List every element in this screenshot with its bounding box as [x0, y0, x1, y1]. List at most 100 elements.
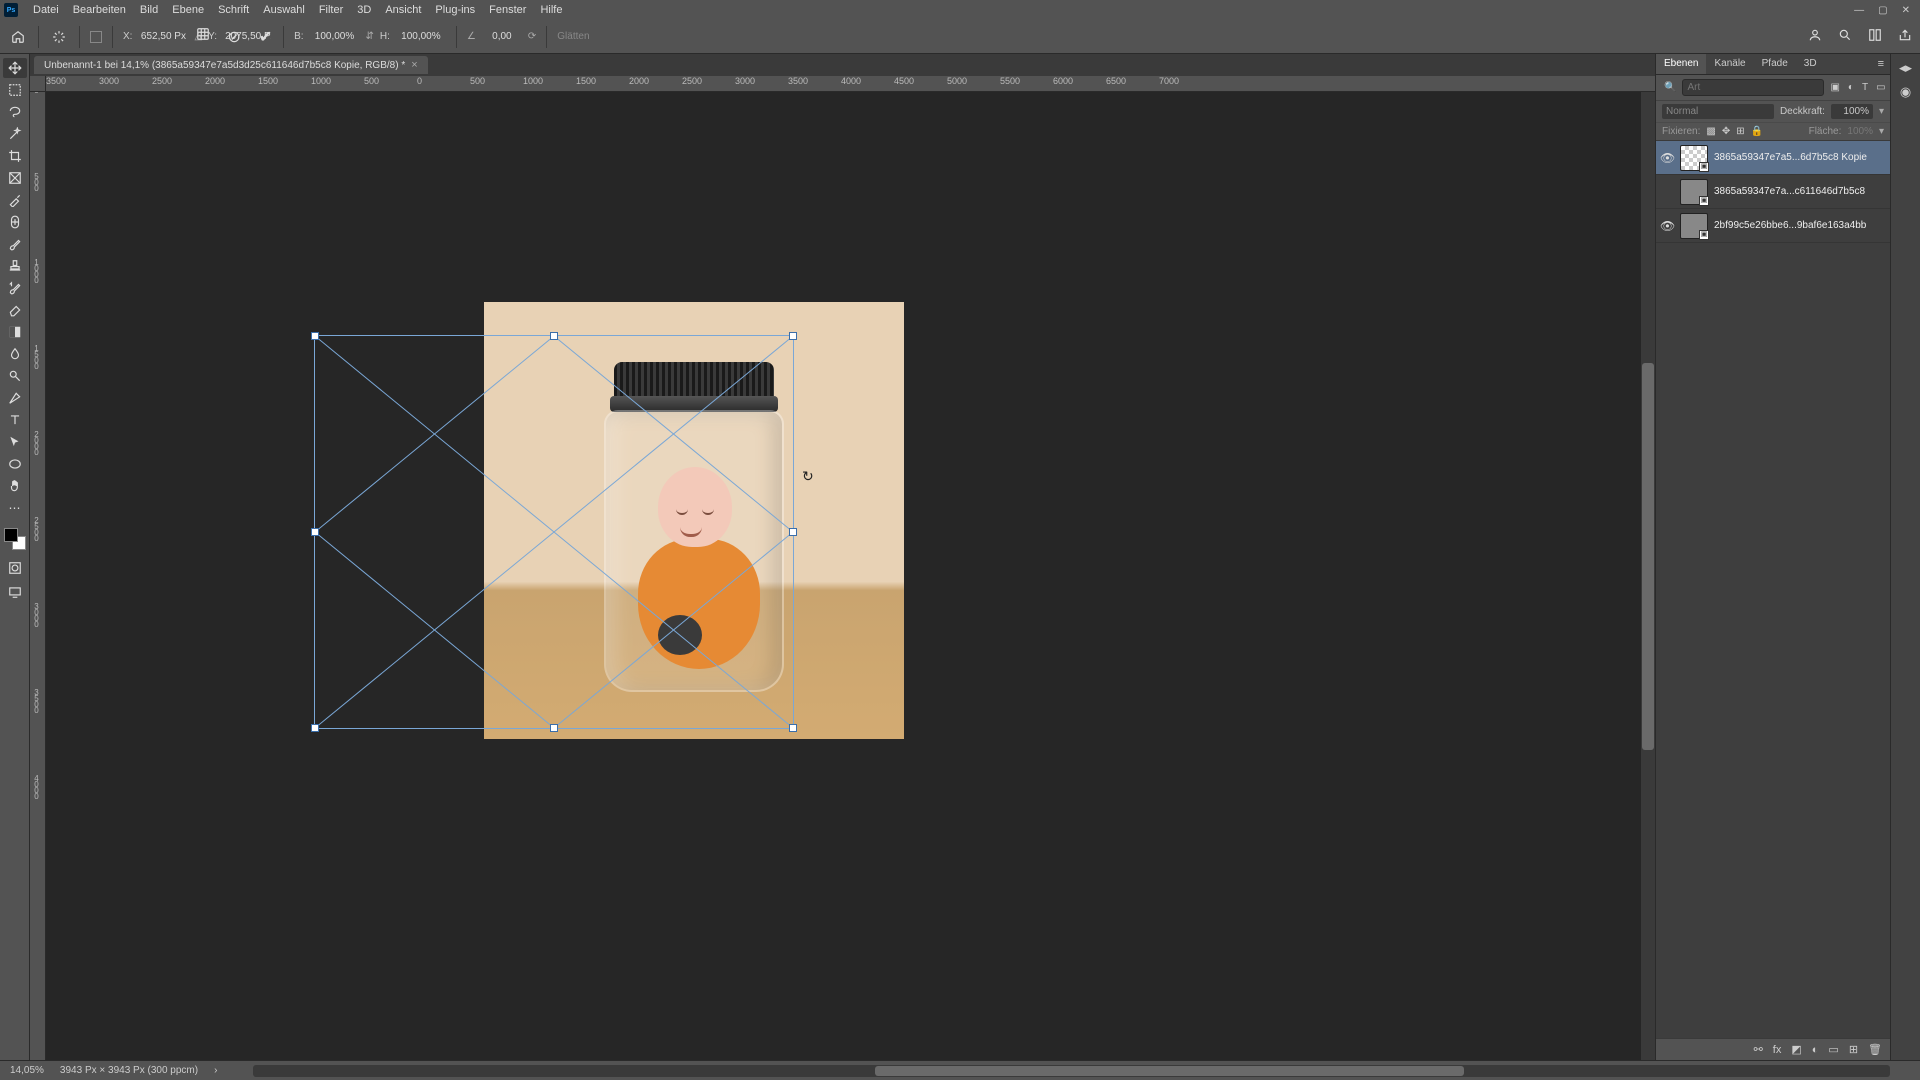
link-layers-icon[interactable]: ⚯ — [1754, 1043, 1763, 1056]
frame-tool[interactable] — [3, 168, 27, 188]
properties-icon[interactable]: ◉ — [1900, 84, 1911, 100]
vertical-scrollbar[interactable] — [1641, 92, 1655, 1060]
marquee-tool[interactable] — [3, 80, 27, 100]
visibility-toggle[interactable]: 👁 — [1660, 151, 1674, 165]
document-tab[interactable]: Unbenannt-1 bei 14,1% (3865a59347e7a5d3d… — [34, 56, 428, 74]
layer-row[interactable]: 👁 ▣ 2bf99c5e26bbe6...9baf6e163a4bb — [1656, 209, 1890, 243]
zoom-readout[interactable]: 14,05% — [10, 1065, 44, 1076]
new-layer-icon[interactable]: ⊞ — [1849, 1043, 1858, 1056]
canvas[interactable]: ↻ — [46, 92, 1655, 1060]
search-icon[interactable] — [1838, 28, 1852, 45]
ruler-origin[interactable] — [30, 76, 46, 92]
h-input[interactable] — [396, 29, 446, 44]
layer-row[interactable]: 👁 ▣ 3865a59347e7a5...6d7b5c8 Kopie — [1656, 141, 1890, 175]
layer-name[interactable]: 3865a59347e7a...c611646d7b5c8 — [1714, 186, 1886, 197]
menu-plug-ins[interactable]: Plug-ins — [428, 4, 482, 16]
filter-type-icon[interactable]: T — [1860, 82, 1870, 93]
minimize-button[interactable]: — — [1854, 5, 1864, 16]
type-tool[interactable] — [3, 410, 27, 430]
tab-kanale[interactable]: Kanäle — [1706, 54, 1753, 74]
transform-handle[interactable] — [789, 724, 797, 732]
lasso-tool[interactable] — [3, 102, 27, 122]
tab-3d[interactable]: 3D — [1796, 54, 1825, 74]
crop-tool[interactable] — [3, 146, 27, 166]
tab-pfade[interactable]: Pfade — [1754, 54, 1796, 74]
reference-point-toggle[interactable] — [90, 31, 102, 43]
transform-handle[interactable] — [550, 332, 558, 340]
fill-input[interactable]: 100% — [1847, 126, 1873, 137]
close-tab-icon[interactable]: × — [411, 59, 417, 71]
menu-auswahl[interactable]: Auswahl — [256, 4, 312, 16]
blur-tool[interactable] — [3, 344, 27, 364]
blend-mode-select[interactable]: Normal — [1662, 104, 1774, 119]
edit-toolbar-icon[interactable]: ⋯ — [3, 498, 27, 518]
move-tool[interactable] — [3, 58, 27, 78]
transform-handle[interactable] — [311, 332, 319, 340]
layer-thumbnail[interactable]: ▣ — [1680, 213, 1708, 239]
transform-handle[interactable] — [789, 528, 797, 536]
transform-tool-icon[interactable] — [49, 27, 69, 47]
cancel-transform-icon[interactable]: ⊘ — [228, 27, 241, 47]
menu-datei[interactable]: Datei — [26, 4, 66, 16]
expand-strip-icon[interactable]: ◂▸ — [1899, 60, 1912, 76]
transform-handle[interactable] — [311, 724, 319, 732]
link-wh-icon[interactable]: ⇵ — [366, 31, 374, 42]
tab-ebenen[interactable]: Ebenen — [1656, 54, 1706, 74]
home-icon[interactable] — [8, 27, 28, 47]
commit-transform-icon[interactable]: ✔ — [259, 27, 272, 47]
path-select-tool[interactable] — [3, 432, 27, 452]
eraser-tool[interactable] — [3, 300, 27, 320]
hand-tool[interactable] — [3, 476, 27, 496]
maximize-button[interactable]: ▢ — [1878, 5, 1887, 16]
filter-adjust-icon[interactable]: ◐ — [1846, 82, 1856, 93]
shape-tool[interactable] — [3, 454, 27, 474]
menu-ansicht[interactable]: Ansicht — [378, 4, 428, 16]
status-chevron-icon[interactable]: › — [214, 1065, 217, 1076]
gradient-tool[interactable] — [3, 322, 27, 342]
visibility-toggle[interactable]: 👁 — [1660, 219, 1674, 233]
layer-row[interactable]: ▣ 3865a59347e7a...c611646d7b5c8 — [1656, 175, 1890, 209]
transform-bounding-box[interactable] — [314, 335, 794, 729]
transform-handle[interactable] — [550, 724, 558, 732]
chevron-down-icon[interactable]: ▾ — [1879, 106, 1884, 117]
panel-menu-icon[interactable]: ≡ — [1872, 54, 1890, 74]
color-swatches[interactable] — [4, 528, 26, 550]
skew-icon[interactable]: ⟳ — [528, 31, 536, 42]
fx-icon[interactable]: fx — [1773, 1044, 1782, 1056]
foreground-color[interactable] — [4, 528, 18, 542]
menu-bearbeiten[interactable]: Bearbeiten — [66, 4, 133, 16]
filter-image-icon[interactable]: ▣ — [1828, 82, 1841, 93]
x-input[interactable] — [138, 29, 188, 44]
transform-handle[interactable] — [311, 528, 319, 536]
lock-artboard-icon[interactable]: ⊞ — [1736, 126, 1744, 137]
angle-input[interactable] — [482, 29, 522, 44]
brush-tool[interactable] — [3, 234, 27, 254]
history-brush-tool[interactable] — [3, 278, 27, 298]
lock-all-icon[interactable]: 🔒 — [1751, 126, 1763, 137]
adjustment-icon[interactable]: ◐ — [1812, 1044, 1819, 1056]
lock-pixels-icon[interactable]: ▩ — [1706, 126, 1715, 137]
pen-tool[interactable] — [3, 388, 27, 408]
quickmask-icon[interactable] — [3, 558, 27, 578]
horizontal-ruler[interactable]: 3500300025002000150010005000500100015002… — [46, 76, 1655, 92]
layer-name[interactable]: 2bf99c5e26bbe6...9baf6e163a4bb — [1714, 220, 1886, 231]
menu-hilfe[interactable]: Hilfe — [533, 4, 569, 16]
menu-bild[interactable]: Bild — [133, 4, 165, 16]
delete-layer-icon[interactable]: 🗑 — [1868, 1043, 1882, 1056]
horizontal-scrollbar[interactable] — [253, 1065, 1890, 1077]
group-icon[interactable]: ▭ — [1828, 1043, 1838, 1056]
chevron-down-icon[interactable]: ▾ — [1879, 126, 1884, 137]
close-window-button[interactable]: ✕ — [1902, 5, 1910, 16]
menu-fenster[interactable]: Fenster — [482, 4, 533, 16]
layer-thumbnail[interactable]: ▣ — [1680, 179, 1708, 205]
workspace-icon[interactable] — [1868, 28, 1882, 45]
vertical-ruler[interactable]: 05001000150020002500300035004000 — [30, 92, 46, 1060]
layer-thumbnail[interactable]: ▣ — [1680, 145, 1708, 171]
healing-brush-tool[interactable] — [3, 212, 27, 232]
transform-handle[interactable] — [789, 332, 797, 340]
menu-filter[interactable]: Filter — [312, 4, 350, 16]
filter-shape-icon[interactable]: ▭ — [1874, 82, 1887, 93]
cloud-docs-icon[interactable] — [1808, 28, 1822, 45]
stamp-tool[interactable] — [3, 256, 27, 276]
layer-name[interactable]: 3865a59347e7a5...6d7b5c8 Kopie — [1714, 152, 1886, 163]
